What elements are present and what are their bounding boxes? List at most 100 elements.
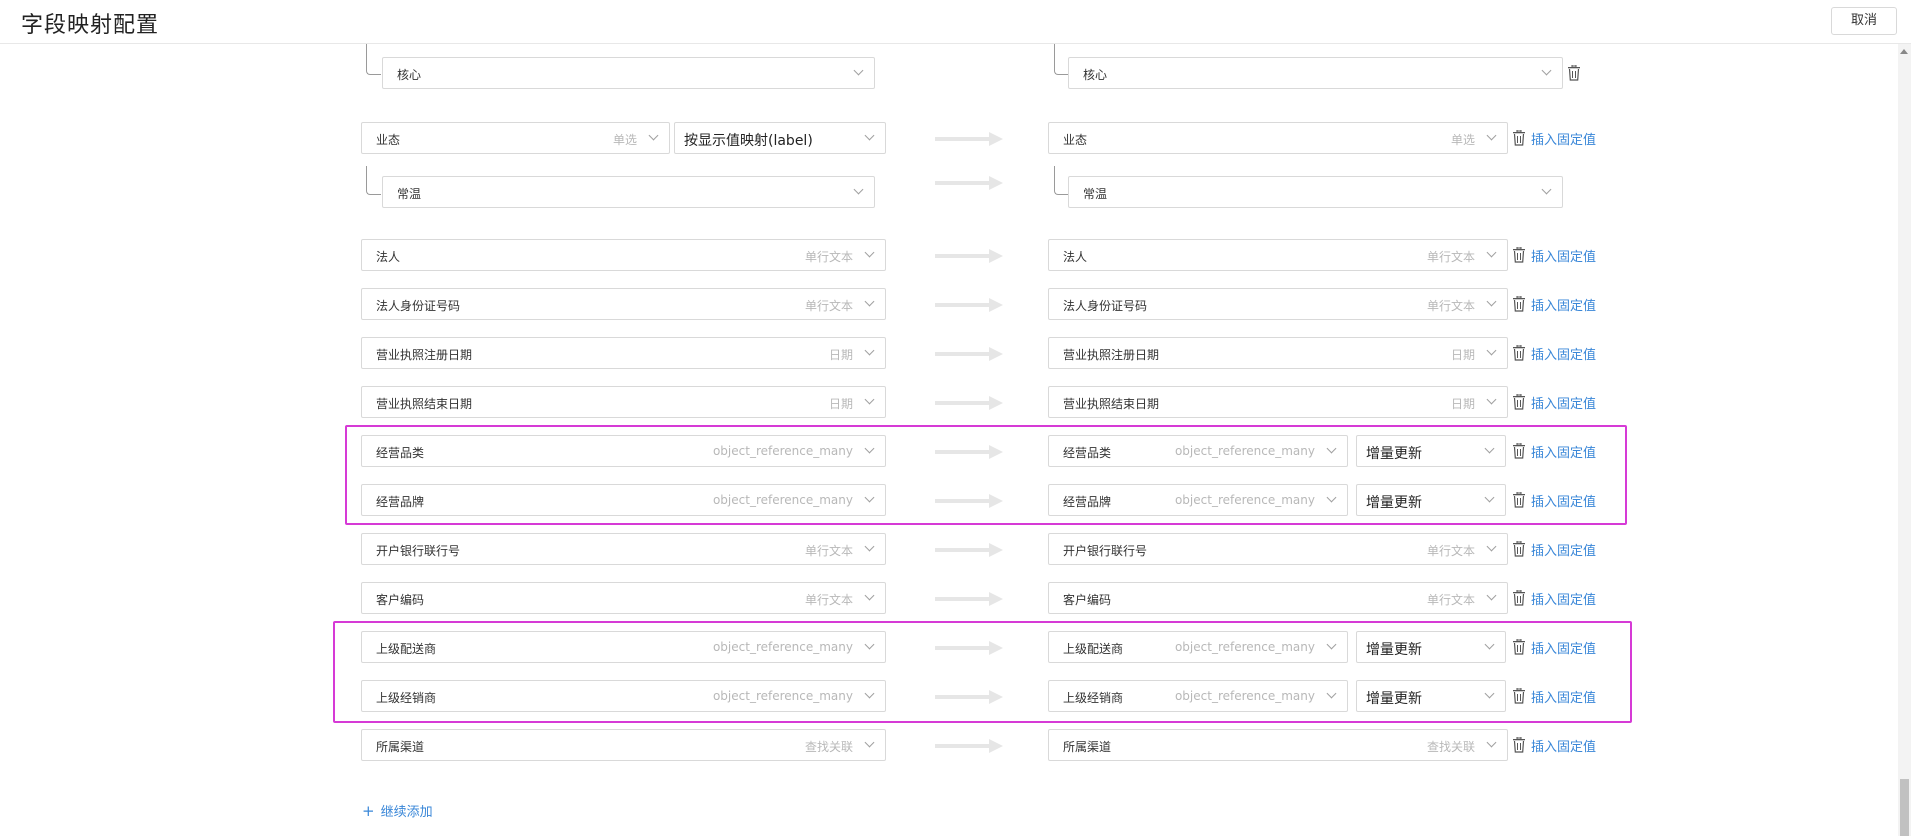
insert-fixed-value-link[interactable]: 插入固定值: [1531, 246, 1596, 265]
source-field-select-type: 日期: [828, 397, 853, 411]
target-field-select[interactable]: 营业执照注册日期 日期: [1048, 337, 1508, 369]
trash-icon[interactable]: [1512, 540, 1526, 557]
scroll-up-icon[interactable]: [1900, 49, 1908, 54]
source-field-select[interactable]: 法人身份证号码 单行文本: [361, 288, 886, 320]
insert-fixed-value-link[interactable]: 插入固定值: [1531, 589, 1596, 608]
vertical-scrollbar[interactable]: [1898, 44, 1911, 836]
chevron-down-icon: [1486, 590, 1497, 601]
mapping-list: 核心 核心 业态 单选 按显示值映射(label) 业态 单选 插入固定值 常温 常温 法人 单行文本…: [0, 44, 1895, 836]
source-field-select-label: 营业执照注册日期: [376, 348, 473, 362]
source-field-select-label: 营业执照结束日期: [376, 397, 473, 411]
source-field-select-label: 业态: [376, 133, 401, 147]
trash-icon[interactable]: [1512, 393, 1526, 410]
arrow-right-icon: [935, 175, 1003, 190]
target-field-select[interactable]: 法人身份证号码 单行文本: [1048, 288, 1508, 320]
arrow-right-icon: [935, 131, 1003, 146]
target-option-select-label: 核心: [1083, 68, 1108, 82]
arrow-right-icon: [935, 542, 1003, 557]
target-field-select-type: 日期: [1450, 397, 1475, 411]
target-field-select-type: 查找关联: [1426, 740, 1475, 754]
target-field-select[interactable]: 开户银行联行号 单行文本: [1048, 533, 1508, 565]
trash-icon[interactable]: [1512, 295, 1526, 312]
chevron-down-icon: [864, 247, 875, 258]
chevron-down-icon: [864, 394, 875, 405]
chevron-down-icon: [1486, 247, 1497, 258]
chevron-down-icon: [1486, 345, 1497, 356]
target-field-select-type: 单行文本: [1426, 250, 1475, 264]
target-field-select-label: 营业执照注册日期: [1063, 348, 1160, 362]
target-field-select[interactable]: 客户编码 单行文本: [1048, 582, 1508, 614]
chevron-down-icon: [1486, 541, 1497, 552]
source-option-select-label: 常温: [397, 187, 422, 201]
chevron-down-icon: [864, 130, 875, 141]
insert-fixed-value-link[interactable]: 插入固定值: [1531, 295, 1596, 314]
source-field-select[interactable]: 客户编码 单行文本: [361, 582, 886, 614]
insert-fixed-value-link[interactable]: 插入固定值: [1531, 736, 1596, 755]
trash-icon[interactable]: [1512, 736, 1526, 753]
target-field-select[interactable]: 所属渠道 查找关联: [1048, 729, 1508, 761]
source-option-select[interactable]: 核心: [382, 57, 875, 89]
highlight-box: [333, 621, 1632, 723]
source-field-select[interactable]: 营业执照注册日期 日期: [361, 337, 886, 369]
highlight-box: [345, 425, 1627, 525]
target-field-select-label: 业态: [1063, 133, 1088, 147]
target-field-select[interactable]: 营业执照结束日期 日期: [1048, 386, 1508, 418]
trash-icon[interactable]: [1512, 129, 1526, 146]
chevron-down-icon: [1486, 296, 1497, 307]
trash-icon[interactable]: [1512, 589, 1526, 606]
chevron-down-icon: [648, 130, 659, 141]
page-title: 字段映射配置: [21, 13, 160, 38]
insert-fixed-value-link[interactable]: 插入固定值: [1531, 540, 1596, 559]
target-field-select[interactable]: 法人 单行文本: [1048, 239, 1508, 271]
target-field-select-type: 单行文本: [1426, 299, 1475, 313]
target-field-select-label: 客户编码: [1063, 593, 1112, 607]
chevron-down-icon: [853, 65, 864, 76]
arrow-right-icon: [935, 395, 1003, 410]
arrow-right-icon: [935, 248, 1003, 263]
source-field-select[interactable]: 业态 单选: [361, 122, 670, 154]
insert-fixed-value-link[interactable]: 插入固定值: [1531, 344, 1596, 363]
source-option-select[interactable]: 常温: [382, 176, 875, 208]
target-field-select-label: 法人身份证号码: [1063, 299, 1148, 313]
scroll-thumb[interactable]: [1900, 779, 1909, 836]
chevron-down-icon: [864, 737, 875, 748]
source-field-select-type: 单行文本: [804, 299, 853, 313]
chevron-down-icon: [1541, 65, 1552, 76]
mapping-mode-select-label: 按显示值映射(label): [684, 133, 813, 149]
target-field-select-type: 单行文本: [1426, 544, 1475, 558]
trash-icon[interactable]: [1512, 344, 1526, 361]
target-option-select-label: 常温: [1083, 187, 1108, 201]
tree-connector: [1054, 166, 1069, 195]
trash-icon[interactable]: [1567, 64, 1581, 81]
tree-connector: [366, 166, 381, 195]
source-field-select-label: 客户编码: [376, 593, 425, 607]
target-option-select[interactable]: 常温: [1068, 176, 1563, 208]
insert-fixed-value-link[interactable]: 插入固定值: [1531, 393, 1596, 412]
source-field-select-label: 法人: [376, 250, 401, 264]
chevron-down-icon: [864, 345, 875, 356]
target-field-select[interactable]: 业态 单选: [1048, 122, 1508, 154]
mapping-mode-select[interactable]: 按显示值映射(label): [674, 122, 886, 154]
chevron-down-icon: [864, 296, 875, 307]
source-field-select[interactable]: 所属渠道 查找关联: [361, 729, 886, 761]
target-field-select-label: 营业执照结束日期: [1063, 397, 1160, 411]
arrow-right-icon: [935, 297, 1003, 312]
source-field-select-type: 单选: [612, 133, 637, 147]
insert-fixed-value-link[interactable]: 插入固定值: [1531, 129, 1596, 148]
chevron-down-icon: [1541, 184, 1552, 195]
arrow-right-icon: [935, 738, 1003, 753]
header-bar: 字段映射配置 取消: [0, 0, 1911, 44]
target-option-select[interactable]: 核心: [1068, 57, 1563, 89]
source-field-select[interactable]: 营业执照结束日期 日期: [361, 386, 886, 418]
source-field-select[interactable]: 法人 单行文本: [361, 239, 886, 271]
source-field-select-label: 法人身份证号码: [376, 299, 461, 313]
source-option-select-label: 核心: [397, 68, 422, 82]
add-more-link[interactable]: + 继续添加: [362, 801, 433, 820]
add-more-label: 继续添加: [380, 805, 433, 820]
plus-icon: +: [362, 802, 375, 820]
cancel-button[interactable]: 取消: [1831, 7, 1897, 35]
trash-icon[interactable]: [1512, 246, 1526, 263]
target-field-select-type: 日期: [1450, 348, 1475, 362]
source-field-select[interactable]: 开户银行联行号 单行文本: [361, 533, 886, 565]
arrow-right-icon: [935, 591, 1003, 606]
